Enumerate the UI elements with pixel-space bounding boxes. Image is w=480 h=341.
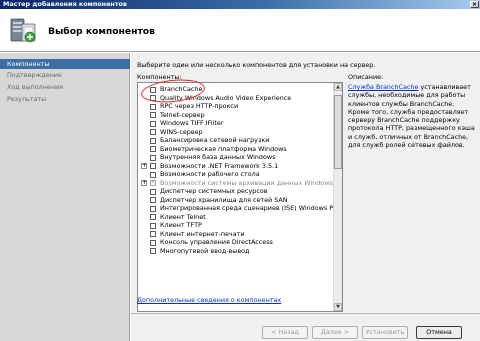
component-label: WINS-сервер	[160, 127, 203, 136]
window-title: Мастер добавления компонентов	[3, 0, 127, 8]
component-checkbox[interactable]	[150, 163, 156, 169]
component-label: Консоль управления DirectAccess	[160, 238, 273, 246]
sidebar-item-progress: Ход выполнения	[0, 82, 130, 92]
sidebar-item-confirmation: Подтверждение	[0, 70, 130, 80]
component-checkbox[interactable]	[150, 120, 156, 127]
component-label: Биометрическая платформа Windows	[160, 144, 287, 153]
component-label: Возможности системы архивации данных Win…	[160, 178, 334, 187]
component-row[interactable]: Диспетчер системных ресурсов	[138, 187, 334, 196]
component-row[interactable]: Клиент Telnet	[138, 213, 334, 222]
component-row[interactable]: WINS-сервер	[138, 128, 334, 137]
component-row[interactable]: Клиент TFTP	[138, 221, 334, 230]
description-text: устанавливает службы, необходимые для ра…	[348, 83, 475, 150]
component-row[interactable]: Биометрическая платформа Windows	[138, 145, 334, 154]
component-row[interactable]: Многопутевой ввод-вывод	[138, 247, 334, 256]
next-button[interactable]: Далее >	[312, 326, 358, 339]
cancel-button[interactable]: Отмена	[416, 326, 462, 339]
component-checkbox[interactable]	[150, 103, 156, 110]
scroll-down-icon[interactable]: ▼	[334, 303, 342, 311]
component-checkbox[interactable]	[150, 222, 156, 229]
component-checkbox[interactable]	[150, 214, 156, 220]
sidebar-item-label: Компоненты	[7, 60, 50, 68]
component-checkbox[interactable]	[150, 146, 156, 152]
component-label: Клиент TFTP	[160, 221, 202, 229]
sidebar-item-results: Результаты	[0, 94, 130, 104]
more-info-link[interactable]: Дополнительные сведения о компонентах	[137, 296, 281, 304]
component-label: Windows TIFF IFilter	[160, 119, 224, 127]
component-checkbox[interactable]	[150, 197, 156, 203]
instruction-text: Выберите один или несколько компонентов …	[137, 61, 376, 69]
scroll-up-icon[interactable]: ▲	[334, 83, 342, 91]
component-checkbox[interactable]	[150, 188, 156, 195]
component-row[interactable]: Интегрированная среда сценариев (ISE) Wi…	[138, 204, 334, 213]
footer-divider	[131, 313, 480, 314]
sidebar-item-label: Подтверждение	[7, 71, 62, 79]
wizard-steps-sidebar: Компоненты Подтверждение Ход выполнения …	[0, 53, 130, 341]
expand-icon[interactable]: +	[141, 163, 147, 169]
component-label: Диспетчер системных ресурсов	[160, 187, 268, 195]
component-label: Внутренняя база данных Windows	[160, 153, 276, 161]
components-list[interactable]: BranchCache Quality Windows Audio Video E…	[137, 82, 343, 312]
component-label: Возможности рабочего стола	[160, 170, 260, 178]
component-label: Клиент Telnet	[160, 212, 206, 221]
sidebar-item-components[interactable]: Компоненты	[0, 59, 130, 69]
components-scrollbar[interactable]: ▲ ▼	[333, 83, 342, 311]
component-checkbox: ✓	[150, 178, 157, 186]
component-row[interactable]: Windows TIFF IFilter	[138, 119, 334, 128]
close-icon[interactable]: ×	[470, 1, 479, 8]
back-button[interactable]: < Назад	[262, 326, 308, 339]
component-row[interactable]: RPC через HTTP-прокси	[138, 102, 334, 111]
component-label: Балансировка сетевой нагрузки	[160, 136, 270, 144]
component-row[interactable]: Консоль управления DirectAccess	[138, 238, 334, 247]
branchcache-help-link[interactable]: Служба BranchCache	[348, 83, 418, 91]
page-title: Выбор компонентов	[48, 26, 155, 37]
component-checkbox[interactable]	[150, 231, 156, 237]
component-row[interactable]: + ✓ Возможности системы архивации данных W…	[138, 179, 334, 188]
sidebar-item-label: Результаты	[7, 95, 47, 103]
component-checkbox[interactable]	[150, 129, 156, 135]
component-label: Многопутевой ввод-вывод	[160, 246, 250, 255]
component-checkbox[interactable]	[150, 154, 156, 161]
component-row[interactable]: Возможности рабочего стола	[138, 170, 334, 179]
component-row[interactable]: Диспетчер хранилища для сетей SAN	[138, 196, 334, 205]
component-label: Telnet-сервер	[160, 110, 205, 119]
install-button[interactable]: Установить	[362, 326, 408, 339]
checkmark-icon: ✓	[151, 178, 157, 186]
server-add-components-icon	[10, 18, 36, 43]
expand-icon[interactable]: +	[141, 180, 147, 186]
component-label: Диспетчер хранилища для сетей SAN	[160, 195, 288, 204]
component-checkbox[interactable]	[150, 112, 156, 118]
wizard-header: Выбор компонентов	[0, 9, 480, 52]
sidebar-item-label: Ход выполнения	[7, 83, 64, 91]
component-row[interactable]: Внутренняя база данных Windows	[138, 153, 334, 162]
component-label: Клиент интернет-печати	[160, 229, 245, 238]
window-title-bar[interactable]: Мастер добавления компонентов ×	[0, 0, 480, 9]
scroll-thumb[interactable]	[334, 95, 342, 169]
component-row[interactable]: Балансировка сетевой нагрузки	[138, 136, 334, 145]
component-row[interactable]: + Возможности .NET Framework 3.5.1	[138, 162, 334, 171]
component-description: Служба BranchCache устанавливает службы,…	[348, 83, 476, 149]
component-checkbox[interactable]	[150, 205, 156, 212]
component-label: Интегрированная среда сценариев (ISE) Wi…	[160, 204, 334, 212]
component-checkbox[interactable]	[150, 239, 156, 246]
component-label: Возможности .NET Framework 3.5.1	[160, 161, 279, 170]
component-row[interactable]: Клиент интернет-печати	[138, 230, 334, 239]
component-row[interactable]: Telnet-сервер	[138, 111, 334, 120]
component-label: RPC через HTTP-прокси	[160, 102, 239, 110]
component-checkbox[interactable]	[150, 137, 156, 144]
description-label: Описание:	[348, 73, 384, 81]
component-checkbox[interactable]	[150, 171, 156, 178]
component-checkbox[interactable]	[150, 248, 156, 254]
